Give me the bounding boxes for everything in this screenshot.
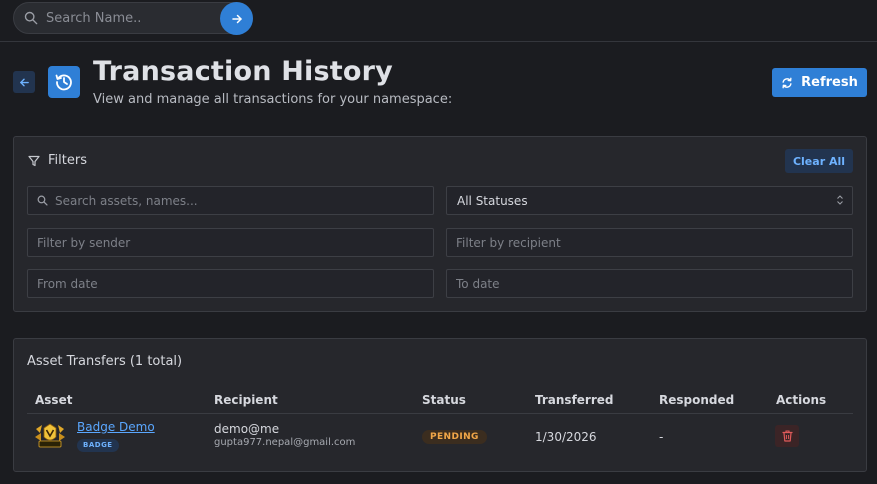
filters-header: Filters xyxy=(28,153,87,168)
trash-icon xyxy=(781,430,793,442)
from-date-input[interactable] xyxy=(37,275,402,293)
sender-filter-field xyxy=(27,228,434,257)
search-go-button[interactable] xyxy=(220,2,253,35)
search-icon xyxy=(37,195,48,206)
transfers-title: Asset Transfers (1 total) xyxy=(27,354,183,369)
responded-date: - xyxy=(659,430,664,444)
arrow-right-icon xyxy=(231,14,242,23)
asset-type-badge: BADGE xyxy=(77,439,119,452)
table-header-divider xyxy=(27,413,853,414)
status-select-value: All Statuses xyxy=(457,194,528,208)
delete-button[interactable] xyxy=(775,425,799,447)
clear-all-button[interactable]: Clear All xyxy=(785,149,853,173)
column-header-status: Status xyxy=(422,393,466,407)
column-header-asset: Asset xyxy=(35,393,73,407)
top-bar xyxy=(0,0,877,42)
recipient-filter-input[interactable] xyxy=(456,234,821,252)
asset-search-field xyxy=(27,186,434,215)
recipient-name: demo@me xyxy=(214,422,280,436)
refresh-icon xyxy=(782,77,792,88)
history-icon xyxy=(55,74,72,91)
to-date-field xyxy=(446,269,853,298)
status-badge: PENDING xyxy=(422,430,487,444)
asset-search-input[interactable] xyxy=(55,192,420,210)
column-header-responded: Responded xyxy=(659,393,735,407)
page-title: Transaction History xyxy=(93,56,393,87)
select-arrows-icon xyxy=(837,195,843,205)
from-date-field xyxy=(27,269,434,298)
refresh-label: Refresh xyxy=(801,75,858,90)
column-header-actions: Actions xyxy=(776,393,827,407)
refresh-button[interactable]: Refresh xyxy=(772,68,867,97)
name-search-input[interactable] xyxy=(46,7,216,29)
asset-name-link[interactable]: Badge Demo xyxy=(77,420,155,434)
sender-filter-input[interactable] xyxy=(37,234,402,252)
back-button[interactable] xyxy=(13,71,35,93)
filters-panel: Filters Clear All All Statuses xyxy=(13,136,867,312)
badge-logo-icon xyxy=(35,423,65,448)
recipient-filter-field xyxy=(446,228,853,257)
filter-icon xyxy=(28,155,40,166)
column-header-recipient: Recipient xyxy=(214,393,278,407)
status-select[interactable]: All Statuses xyxy=(446,186,853,215)
column-header-transferred: Transferred xyxy=(535,393,614,407)
page-subtitle: View and manage all transactions for you… xyxy=(93,92,453,107)
transferred-date: 1/30/2026 xyxy=(535,430,597,444)
history-badge xyxy=(48,66,80,98)
search-icon xyxy=(24,11,38,25)
arrow-left-icon xyxy=(19,78,29,86)
recipient-email: gupta977.nepal@gmail.com xyxy=(214,437,356,448)
filters-title: Filters xyxy=(48,153,87,168)
name-search-box xyxy=(13,2,253,35)
to-date-input[interactable] xyxy=(456,275,821,293)
asset-transfers-panel: Asset Transfers (1 total) Asset Recipien… xyxy=(13,338,867,472)
